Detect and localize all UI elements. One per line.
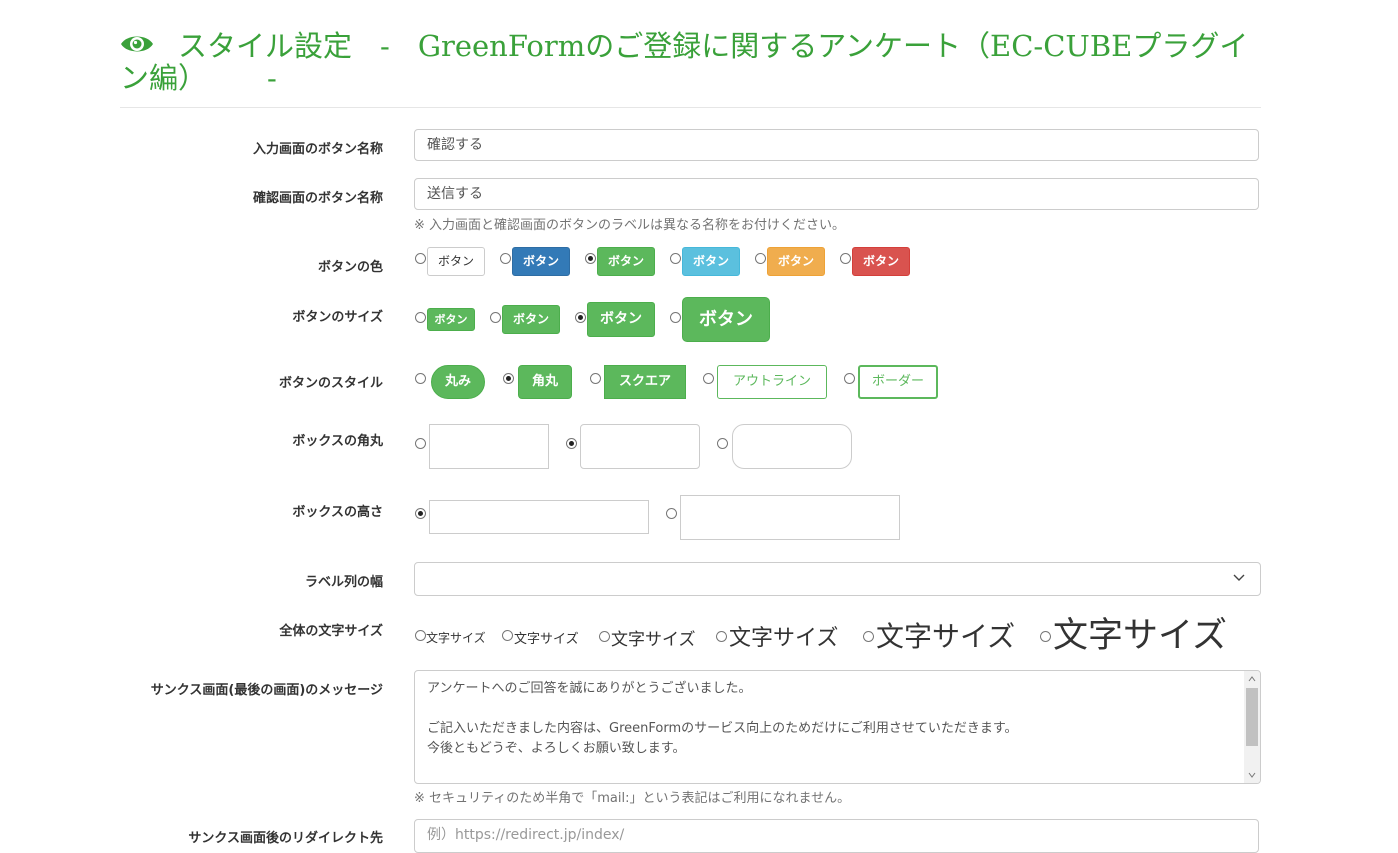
button-style-sample-square[interactable]: スクエア — [604, 365, 686, 399]
button-color-radio-red[interactable] — [840, 253, 851, 264]
page-title: スタイル設定 - GreenFormのご登録に関するアンケート（EC-CUBEプラグ… — [120, 30, 1260, 94]
button-style-radio-square[interactable] — [590, 373, 601, 384]
button-color-sample-cyan[interactable]: ボタン — [682, 247, 740, 276]
button-color-label: ボタンの色 — [317, 260, 383, 275]
box-corner-radio-small[interactable] — [566, 438, 577, 449]
button-style-sample-border[interactable]: ボーダー — [858, 365, 938, 399]
thanks-message-textarea[interactable]: アンケートへのご回答を誠にありがとうございました。 ご記入いただきました内容は、… — [414, 670, 1261, 784]
button-color-sample-red[interactable]: ボタン — [852, 247, 910, 276]
font-size-radio-4[interactable] — [716, 631, 727, 642]
button-size-radio-md[interactable] — [575, 312, 586, 323]
button-style-sample-pill[interactable]: 丸み — [431, 365, 485, 399]
font-size-option-5[interactable]: 文字サイズ — [876, 615, 1015, 655]
button-style-radio-pill[interactable] — [415, 373, 426, 384]
box-height-sample-normal[interactable] — [429, 500, 649, 534]
chevron-down-icon — [1233, 574, 1245, 581]
scroll-up-arrow-icon[interactable] — [1248, 676, 1256, 682]
font-size-radio-6[interactable] — [1040, 631, 1051, 642]
thanks-message-help: ※ セキュリティのため半角で「mail:」という表記はご利用になれません。 — [414, 791, 851, 806]
thanks-message-scrollbar[interactable] — [1244, 671, 1260, 783]
button-size-sample-md[interactable]: ボタン — [587, 302, 655, 337]
box-corner-sample-small[interactable] — [580, 424, 700, 469]
button-style-radio-rounded[interactable] — [503, 373, 514, 384]
box-height-sample-tall[interactable] — [680, 495, 900, 540]
button-name-help: ※ 入力画面と確認画面のボタンのラベルは異なる名称をお付けください。 — [414, 218, 846, 233]
font-size-option-2[interactable]: 文字サイズ — [514, 628, 579, 647]
eye-icon — [121, 36, 153, 52]
button-size-label: ボタンのサイズ — [292, 310, 383, 325]
button-color-radio-blue[interactable] — [500, 253, 511, 264]
button-size-sample-xs[interactable]: ボタン — [427, 308, 475, 331]
font-size-radio-3[interactable] — [599, 631, 610, 642]
scroll-down-arrow-icon[interactable] — [1248, 772, 1256, 778]
button-size-sample-lg[interactable]: ボタン — [682, 297, 770, 342]
box-corner-radio-square[interactable] — [415, 438, 426, 449]
redirect-url-label: サンクス画面後のリダイレクト先 — [188, 831, 383, 846]
redirect-url-field[interactable]: 例）https://redirect.jp/index/ — [414, 819, 1259, 853]
thanks-message-line — [427, 699, 1240, 719]
button-color-radio-cyan[interactable] — [670, 253, 681, 264]
title-separator-end: - — [267, 61, 277, 95]
font-size-option-4[interactable]: 文字サイズ — [729, 620, 838, 652]
button-color-radio-white[interactable] — [415, 253, 426, 264]
button-color-sample-green[interactable]: ボタン — [597, 247, 655, 276]
confirm-button-name-label: 確認画面のボタン名称 — [252, 191, 383, 206]
box-corner-sample-large[interactable] — [732, 424, 852, 469]
thanks-message-line: アンケートへのご回答を誠にありがとうございました。 — [427, 681, 752, 696]
font-size-radio-1[interactable] — [415, 630, 426, 641]
font-size-label: 全体の文字サイズ — [279, 624, 383, 639]
font-size-radio-5[interactable] — [863, 631, 874, 642]
label-width-select[interactable] — [414, 562, 1261, 596]
thanks-message-line: 今後ともどうぞ、よろしくお願い致します。 — [427, 741, 686, 756]
button-color-sample-blue[interactable]: ボタン — [512, 247, 570, 276]
input-button-name-field[interactable]: 確認する — [414, 129, 1259, 161]
box-height-radio-normal[interactable] — [415, 508, 426, 519]
label-width-label: ラベル列の幅 — [304, 575, 383, 590]
title-separator: - — [380, 29, 390, 63]
button-style-radio-border[interactable] — [844, 373, 855, 384]
button-color-radio-orange[interactable] — [755, 253, 766, 264]
title-main: スタイル設定 — [178, 29, 353, 63]
font-size-option-6[interactable]: 文字サイズ — [1053, 607, 1227, 658]
box-height-radio-tall[interactable] — [666, 508, 677, 519]
box-corner-radio-large[interactable] — [717, 438, 728, 449]
font-size-radio-2[interactable] — [502, 630, 513, 641]
font-size-option-3[interactable]: 文字サイズ — [611, 625, 696, 650]
button-size-radio-xs[interactable] — [415, 312, 426, 323]
button-color-radio-green[interactable] — [585, 253, 596, 264]
button-style-radio-outline[interactable] — [703, 373, 714, 384]
thanks-message-line: ご記入いただきました内容は、GreenFormのサービス向上のためだけにご利用さ… — [427, 721, 1018, 736]
confirm-button-name-field[interactable]: 送信する — [414, 178, 1259, 210]
scrollbar-thumb[interactable] — [1246, 688, 1258, 746]
button-style-sample-outline[interactable]: アウトライン — [717, 365, 827, 399]
button-size-radio-lg[interactable] — [670, 312, 681, 323]
button-style-label: ボタンのスタイル — [278, 376, 383, 391]
box-corner-sample-square[interactable] — [429, 424, 549, 469]
box-height-label: ボックスの高さ — [292, 505, 383, 520]
title-divider — [120, 107, 1261, 108]
button-size-sample-sm[interactable]: ボタン — [502, 305, 560, 334]
thanks-message-label: サンクス画面(最後の画面)のメッセージ — [150, 683, 383, 698]
input-button-name-label: 入力画面のボタン名称 — [252, 142, 383, 157]
button-color-sample-orange[interactable]: ボタン — [767, 247, 825, 276]
button-style-sample-rounded[interactable]: 角丸 — [518, 365, 572, 399]
button-size-radio-sm[interactable] — [490, 312, 501, 323]
button-color-sample-white[interactable]: ボタン — [427, 247, 485, 276]
font-size-option-1[interactable]: 文字サイズ — [426, 629, 486, 646]
box-corner-label: ボックスの角丸 — [292, 434, 383, 449]
